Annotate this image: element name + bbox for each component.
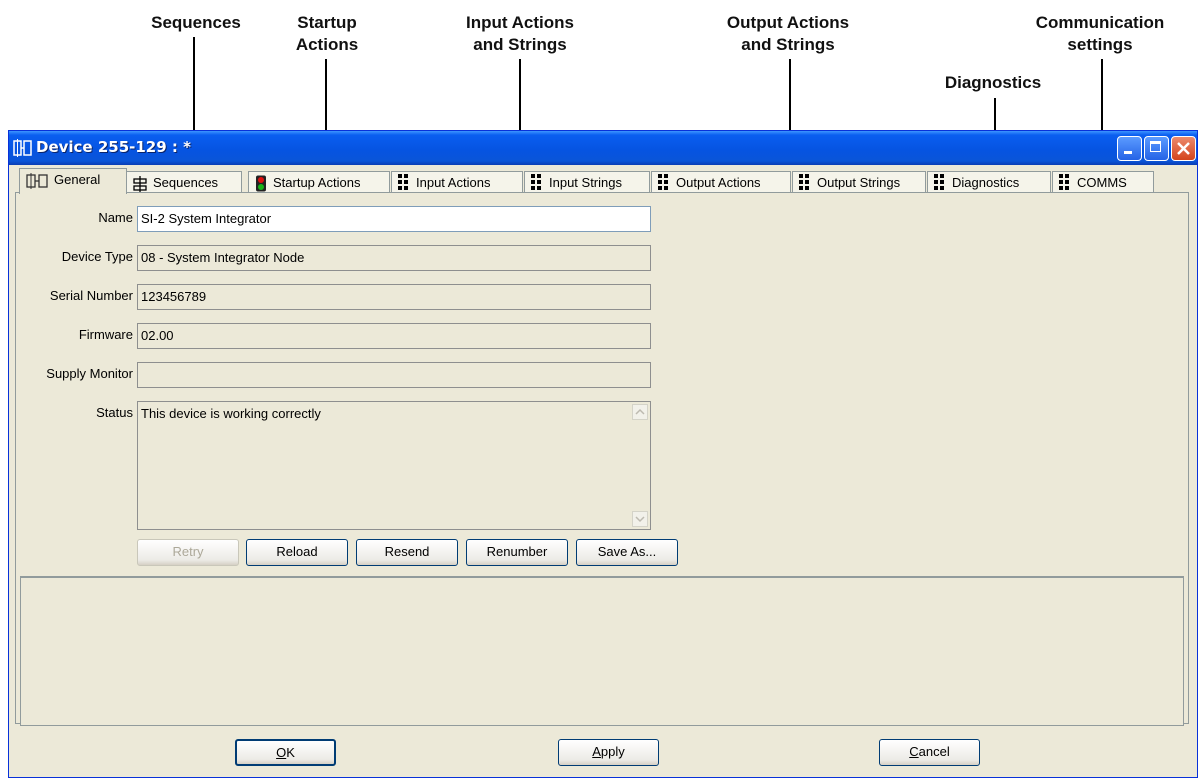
cancel-label: ancel xyxy=(918,744,950,759)
device-icon xyxy=(26,172,48,189)
callout-input-line2: and Strings xyxy=(473,35,567,54)
tab-label: Output Actions xyxy=(676,175,761,190)
maximize-button[interactable] xyxy=(1144,136,1169,161)
supply-monitor-label: Supply Monitor xyxy=(46,366,133,381)
close-icon xyxy=(1177,142,1190,155)
ok-access-key: O xyxy=(276,745,287,760)
tab-output-actions[interactable]: Output Actions xyxy=(651,171,791,193)
tab-label: Input Actions xyxy=(416,175,491,190)
callout-communication-settings: Communication settings xyxy=(1020,12,1180,56)
ok-button[interactable]: OK xyxy=(235,739,336,766)
tab-general[interactable]: General xyxy=(19,168,127,194)
callout-output-actions: Output Actions and Strings xyxy=(700,12,876,56)
window-title-text: Device 255-129 : xyxy=(36,138,178,156)
dots-icon xyxy=(658,174,668,191)
cancel-access-key: C xyxy=(909,744,919,759)
minimize-button[interactable] xyxy=(1117,136,1142,161)
dots-icon xyxy=(799,174,809,191)
name-field[interactable]: SI-2 System Integrator xyxy=(137,206,651,232)
dots-icon xyxy=(531,174,541,191)
chevron-down-icon xyxy=(635,516,645,523)
tab-label: Startup Actions xyxy=(273,175,361,190)
tab-sequences[interactable]: Sequences xyxy=(126,171,242,193)
callout-output-line2: and Strings xyxy=(741,35,835,54)
reload-button[interactable]: Reload xyxy=(246,539,348,566)
name-label: Name xyxy=(98,210,133,225)
dots-icon xyxy=(934,174,944,191)
scroll-down-button[interactable] xyxy=(632,511,648,527)
ok-label: K xyxy=(286,745,295,760)
callout-input-line1: Input Actions xyxy=(466,13,574,32)
serial-number-label: Serial Number xyxy=(49,288,133,303)
save-as-button[interactable]: Save As... xyxy=(576,539,678,566)
tab-label: Diagnostics xyxy=(952,175,1020,190)
close-button[interactable] xyxy=(1171,136,1196,161)
maximize-icon xyxy=(1150,141,1161,152)
status-textarea[interactable]: This device is working correctly xyxy=(137,401,651,530)
scroll-up-button[interactable] xyxy=(632,404,648,420)
traffic-light-icon xyxy=(256,175,266,192)
tab-strip: General Sequences Startup Actions Input … xyxy=(9,167,1197,194)
callout-input-actions: Input Actions and Strings xyxy=(440,12,600,56)
sequence-icon xyxy=(133,175,147,192)
tab-input-strings[interactable]: Input Strings xyxy=(524,171,650,193)
dots-icon xyxy=(398,174,408,191)
tab-comms[interactable]: COMMS xyxy=(1052,171,1154,193)
firmware-field: 02.00 xyxy=(137,323,651,349)
callout-startup-actions: Startup Actions xyxy=(272,12,382,56)
status-text: This device is working correctly xyxy=(141,406,321,421)
dots-icon xyxy=(1059,174,1069,191)
callout-output-line1: Output Actions xyxy=(726,13,850,32)
callout-diagnostics: Diagnostics xyxy=(944,73,1042,92)
apply-label: pply xyxy=(600,744,625,759)
title-bar[interactable]: Device 255-129 : * xyxy=(9,131,1197,165)
callout-comm-line1: Communication xyxy=(1035,13,1165,32)
tab-input-actions[interactable]: Input Actions xyxy=(391,171,523,193)
chevron-up-icon xyxy=(635,408,645,415)
device-window: Device 255-129 : * General Sequences Sta… xyxy=(8,130,1198,778)
firmware-label: Firmware xyxy=(78,327,133,342)
callout-sequences: Sequences xyxy=(151,13,241,32)
tab-label: COMMS xyxy=(1077,175,1127,190)
cancel-button[interactable]: Cancel xyxy=(879,739,980,766)
retry-button[interactable]: Retry xyxy=(137,539,239,566)
apply-button[interactable]: Apply xyxy=(558,739,659,766)
device-type-label: Device Type xyxy=(61,249,133,264)
resend-button[interactable]: Resend xyxy=(356,539,458,566)
device-icon xyxy=(13,139,32,157)
window-title: Device 255-129 : * xyxy=(36,138,191,156)
callout-startup-line1: Startup xyxy=(297,13,357,32)
serial-number-field: 123456789 xyxy=(137,284,651,310)
modified-marker: * xyxy=(183,138,191,156)
supply-monitor-field xyxy=(137,362,651,388)
general-tab-panel: Name SI-2 System Integrator Device Type … xyxy=(15,192,1189,726)
callout-comm-line2: settings xyxy=(1067,35,1133,54)
tab-startup-actions[interactable]: Startup Actions xyxy=(248,171,390,193)
tab-diagnostics[interactable]: Diagnostics xyxy=(927,171,1051,193)
tab-label: Sequences xyxy=(153,175,219,190)
tab-label: Input Strings xyxy=(549,175,622,190)
apply-access-key: A xyxy=(592,744,601,759)
device-type-field: 08 - System Integrator Node xyxy=(137,245,651,271)
renumber-button[interactable]: Renumber xyxy=(466,539,568,566)
message-area xyxy=(20,576,1184,726)
status-label: Status xyxy=(96,405,133,420)
minimize-icon xyxy=(1124,151,1132,154)
tab-label: General xyxy=(54,172,101,187)
tab-label: Output Strings xyxy=(817,175,901,190)
callout-startup-line2: Actions xyxy=(295,35,359,54)
tab-output-strings[interactable]: Output Strings xyxy=(792,171,926,193)
